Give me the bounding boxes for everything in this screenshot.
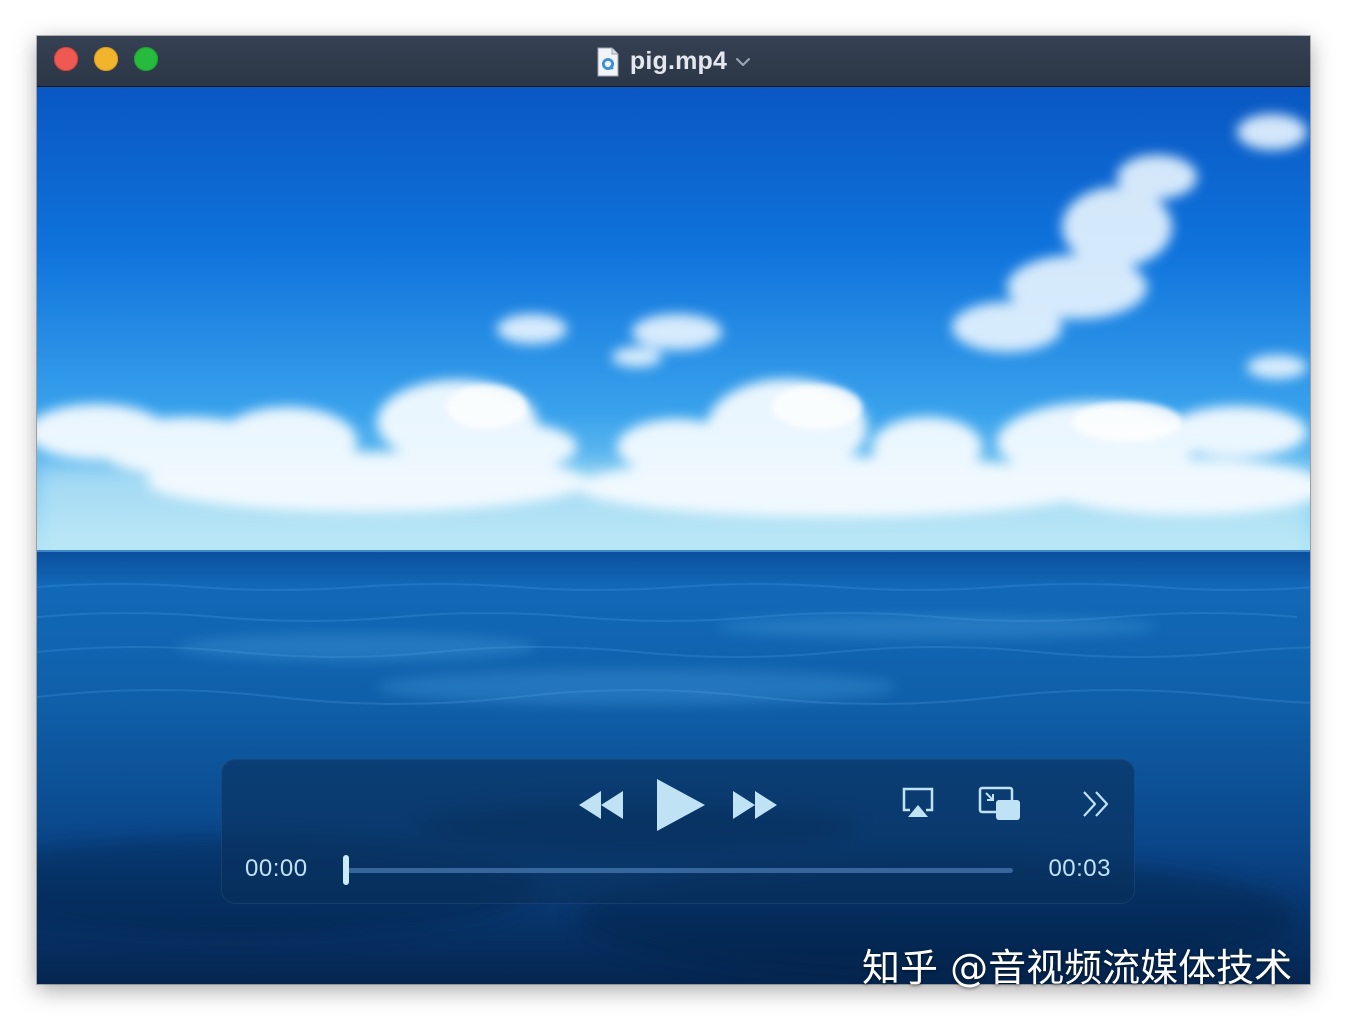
- quicktime-document-icon: [597, 47, 619, 76]
- fast-forward-icon[interactable]: [731, 789, 779, 821]
- duration: 00:03: [1048, 855, 1111, 882]
- rewind-icon[interactable]: [577, 789, 625, 821]
- playback-controls-hud[interactable]: 00:00 00:03: [221, 759, 1135, 904]
- progress-track[interactable]: [348, 868, 1013, 873]
- playhead[interactable]: [343, 855, 349, 885]
- window-title-group[interactable]: pig.mp4: [37, 36, 1310, 87]
- title-bar[interactable]: pig.mp4: [37, 36, 1310, 87]
- current-time: 00:00: [245, 855, 308, 882]
- watermark: 知乎 @音视频流媒体技术: [862, 946, 1293, 990]
- chevron-down-icon[interactable]: [735, 56, 751, 68]
- window-title: pig.mp4: [629, 47, 728, 75]
- picture-in-picture-icon[interactable]: [978, 786, 1022, 822]
- quicktime-player-window: pig.mp4 00:00 00:03: [37, 36, 1310, 984]
- video-frame[interactable]: 00:00 00:03: [37, 87, 1310, 984]
- play-icon[interactable]: [655, 777, 707, 833]
- more-chevrons-icon[interactable]: [1081, 790, 1111, 818]
- airplay-icon[interactable]: [901, 786, 935, 820]
